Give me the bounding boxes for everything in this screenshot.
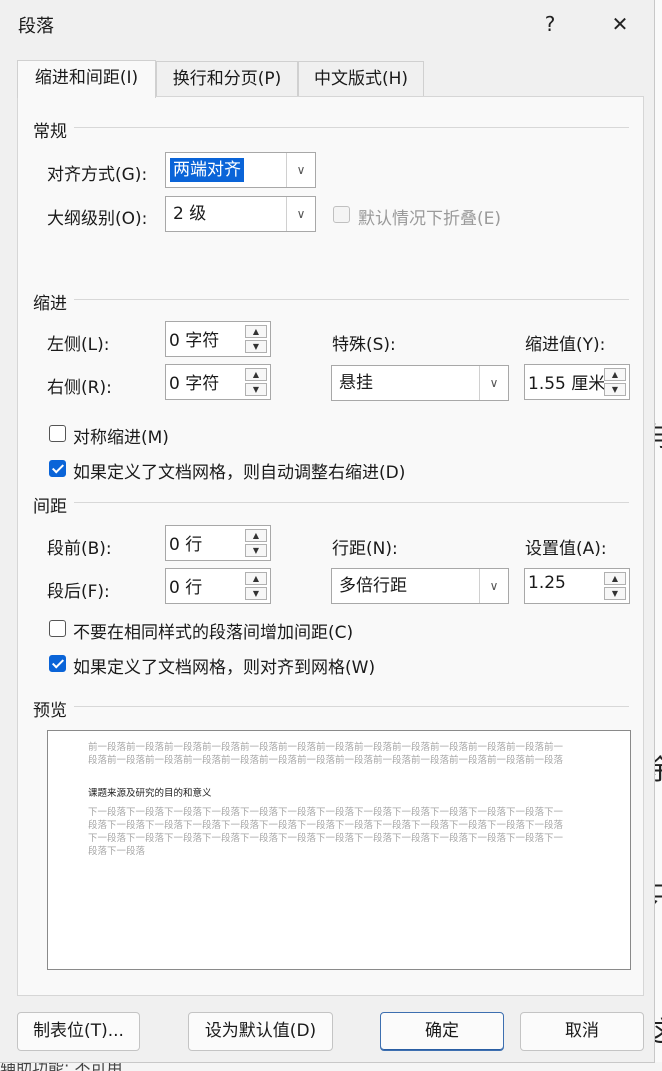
- spin-down-icon[interactable]: ▼: [604, 383, 626, 396]
- auto-adjust-checkbox[interactable]: [49, 460, 66, 477]
- set-default-button[interactable]: 设为默认值(D): [188, 1012, 333, 1051]
- accessibility-status: 辅助功能: 不可用: [0, 1062, 122, 1071]
- special-indent-label: 特殊(S):: [332, 335, 396, 355]
- space-after-value: 0 行: [169, 578, 203, 598]
- tab-label: 中文版式(H): [313, 69, 409, 89]
- outline-level-label: 大纲级别(O):: [47, 209, 148, 229]
- divider: [74, 502, 629, 503]
- divider: [74, 706, 629, 707]
- paragraph-dialog: 段落 ? ✕ 缩进和间距(I) 换行和分页(P) 中文版式(H) 常规 对齐方式…: [0, 0, 655, 1063]
- preview-box: 前一段落前一段落前一段落前一段落前一段落前一段落前一段落前一段落前一段落前一段落…: [47, 730, 631, 970]
- spin-up-icon[interactable]: ▲: [245, 368, 267, 381]
- mirror-indent-checkbox[interactable]: [49, 425, 66, 442]
- close-button[interactable]: ✕: [600, 8, 640, 40]
- spin-buttons: ▲ ▼: [604, 572, 626, 600]
- section-general-title: 常规: [33, 122, 67, 142]
- set-default-button-label: 设为默认值(D): [204, 1021, 317, 1041]
- line-spacing-label: 行距(N):: [332, 539, 398, 559]
- section-spacing-title: 间距: [33, 497, 67, 517]
- collapse-label: 默认情况下折叠(E): [358, 209, 502, 229]
- left-indent-label: 左侧(L):: [47, 335, 110, 355]
- spin-up-icon[interactable]: ▲: [245, 529, 267, 542]
- spin-down-icon[interactable]: ▼: [245, 383, 267, 396]
- left-indent-value: 0 字符: [169, 331, 220, 351]
- right-indent-value: 0 字符: [169, 374, 220, 394]
- spacing-at-spinner[interactable]: 1.25 ▲ ▼: [524, 568, 630, 604]
- spin-buttons: ▲ ▼: [245, 529, 267, 557]
- spin-buttons: ▲ ▼: [245, 325, 267, 353]
- outline-level-value: 2 级: [173, 204, 207, 224]
- space-before-label: 段前(B):: [47, 539, 112, 559]
- cancel-button-label: 取消: [565, 1021, 599, 1041]
- snap-to-grid-label: 如果定义了文档网格，则对齐到网格(W): [73, 658, 376, 678]
- spin-up-icon[interactable]: ▲: [245, 572, 267, 585]
- spin-buttons: ▲ ▼: [245, 572, 267, 600]
- alignment-value: 两端对齐: [170, 158, 244, 182]
- dialog-title: 段落: [18, 16, 54, 37]
- preview-next-paragraph: 下一段落下一段落下一段落下一段落下一段落下一段落下一段落下一段落下一段落下一段落…: [88, 807, 564, 857]
- indent-by-label: 缩进值(Y):: [525, 335, 606, 355]
- special-indent-select[interactable]: 悬挂 ∨: [331, 365, 509, 401]
- spin-down-icon[interactable]: ▼: [245, 587, 267, 600]
- tab-indents-spacing[interactable]: 缩进和间距(I): [17, 60, 156, 98]
- chevron-down-icon[interactable]: ∨: [286, 153, 315, 187]
- divider: [74, 299, 629, 300]
- tab-label: 缩进和间距(I): [34, 68, 139, 88]
- no-space-same-style-label: 不要在相同样式的段落间增加间距(C): [73, 623, 354, 643]
- spin-down-icon[interactable]: ▼: [604, 587, 626, 600]
- space-before-value: 0 行: [169, 535, 203, 555]
- spin-down-icon[interactable]: ▼: [245, 544, 267, 557]
- space-before-spinner[interactable]: 0 行 ▲ ▼: [165, 525, 271, 561]
- tabs-button-label: 制表位(T)...: [33, 1021, 124, 1041]
- section-indent-title: 缩进: [33, 294, 67, 314]
- spacing-at-value: 1.25: [528, 573, 566, 593]
- section-preview-title: 预览: [33, 701, 67, 721]
- mirror-indent-label: 对称缩进(M): [73, 428, 169, 448]
- preview-current-paragraph: 课题来源及研究的目的和意义: [88, 788, 212, 799]
- chevron-down-icon[interactable]: ∨: [286, 197, 315, 231]
- line-spacing-value: 多倍行距: [339, 576, 407, 596]
- indent-by-spinner[interactable]: 1.55 厘米 ▲ ▼: [524, 364, 630, 400]
- tab-panel: 常规 对齐方式(G): 两端对齐 ∨ 大纲级别(O): 2 级 ∨ 默认情况下折…: [17, 96, 644, 996]
- space-after-label: 段后(F):: [47, 582, 110, 602]
- indent-by-value: 1.55 厘米: [528, 374, 606, 394]
- special-indent-value: 悬挂: [339, 373, 373, 393]
- cancel-button[interactable]: 取消: [520, 1012, 644, 1051]
- spacing-at-label: 设置值(A):: [525, 539, 607, 559]
- snap-to-grid-checkbox[interactable]: [49, 655, 66, 672]
- help-button[interactable]: ?: [530, 8, 570, 40]
- chevron-down-icon[interactable]: ∨: [479, 366, 508, 400]
- tabs-button[interactable]: 制表位(T)...: [17, 1012, 140, 1051]
- spin-buttons: ▲ ▼: [604, 368, 626, 396]
- spin-up-icon[interactable]: ▲: [604, 368, 626, 381]
- alignment-label: 对齐方式(G):: [47, 165, 148, 185]
- line-spacing-select[interactable]: 多倍行距 ∨: [331, 568, 509, 604]
- chevron-down-icon[interactable]: ∨: [479, 569, 508, 603]
- ok-button[interactable]: 确定: [380, 1012, 504, 1051]
- tab-label: 换行和分页(P): [172, 69, 282, 89]
- spin-down-icon[interactable]: ▼: [245, 340, 267, 353]
- spin-up-icon[interactable]: ▲: [604, 572, 626, 585]
- right-indent-spinner[interactable]: 0 字符 ▲ ▼: [165, 364, 271, 400]
- space-after-spinner[interactable]: 0 行 ▲ ▼: [165, 568, 271, 604]
- status-strip: 辅助功能: 不可用: [0, 1062, 662, 1071]
- left-indent-spinner[interactable]: 0 字符 ▲ ▼: [165, 321, 271, 357]
- spin-buttons: ▲ ▼: [245, 368, 267, 396]
- ok-button-label: 确定: [425, 1021, 459, 1041]
- tab-line-page-breaks[interactable]: 换行和分页(P): [156, 61, 298, 97]
- preview-previous-paragraph: 前一段落前一段落前一段落前一段落前一段落前一段落前一段落前一段落前一段落前一段落…: [88, 742, 564, 766]
- right-indent-label: 右侧(R):: [47, 378, 112, 398]
- divider: [74, 127, 629, 128]
- tab-asian-typography[interactable]: 中文版式(H): [298, 61, 424, 97]
- no-space-same-style-checkbox[interactable]: [49, 620, 66, 637]
- alignment-select[interactable]: 两端对齐 ∨: [165, 152, 316, 188]
- collapse-checkbox[interactable]: [333, 206, 350, 223]
- outline-level-select[interactable]: 2 级 ∨: [165, 196, 316, 232]
- auto-adjust-label: 如果定义了文档网格，则自动调整右缩进(D): [73, 463, 406, 483]
- spin-up-icon[interactable]: ▲: [245, 325, 267, 338]
